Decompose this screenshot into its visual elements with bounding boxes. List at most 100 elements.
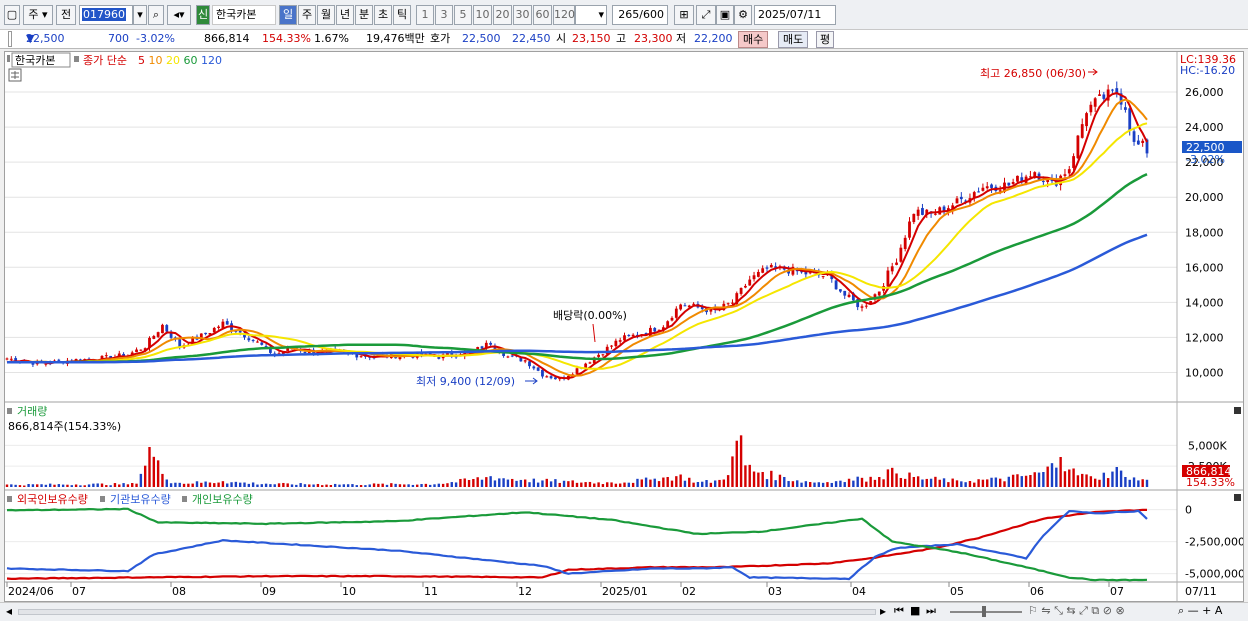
zoom-slider-thumb[interactable] (982, 606, 986, 617)
forward-icon[interactable]: ⏭ (926, 604, 936, 618)
draw-tool-icon[interactable]: ⤢ (696, 5, 716, 25)
interval-button-30[interactable]: 30 (513, 5, 532, 25)
volume-bar-113 (493, 480, 497, 487)
candle-body-170 (739, 287, 743, 294)
save-icon[interactable]: ▣ (716, 5, 734, 25)
candle-body-82 (359, 356, 363, 358)
sound-icon[interactable]: ◂▾ (167, 5, 191, 25)
period-tab-5[interactable]: 초 (374, 5, 392, 25)
volume-bar-166 (722, 479, 726, 487)
volume-bar-147 (640, 479, 643, 487)
candle-body-209 (908, 221, 911, 238)
prefix-button[interactable]: 전 (56, 5, 76, 25)
candle-body-156 (679, 304, 683, 310)
volume-bar-164 (713, 480, 717, 487)
period-tab-3[interactable]: 년 (336, 5, 354, 25)
volume-bar-24 (109, 485, 112, 487)
rewind-icon[interactable]: ⏮ (894, 604, 904, 618)
period-tab-0[interactable]: 일 (279, 5, 297, 25)
interval-button-1[interactable]: 1 (416, 5, 434, 25)
volume-bar-214 (929, 478, 933, 487)
interval-button-120[interactable]: 120 (553, 5, 575, 25)
volume-bar-250 (1085, 474, 1088, 487)
volume-bar-200 (869, 476, 872, 487)
volume-bar-185 (804, 481, 808, 487)
volume-bar-242 (1050, 463, 1054, 487)
stock-code-input[interactable]: 017960 (79, 5, 133, 25)
candle-body-123 (536, 367, 540, 371)
stop-icon[interactable]: ■ (910, 604, 920, 617)
ma-legend: 5 10 20 60 120 (138, 54, 222, 67)
volume-bar-175 (761, 472, 764, 487)
interval-button-60[interactable]: 60 (533, 5, 552, 25)
candle-body-142 (618, 340, 622, 342)
holdings-panel-close-icon[interactable] (1234, 494, 1241, 501)
volume-bar-32 (143, 465, 147, 487)
candle-body-58 (256, 341, 259, 343)
volume-bar-225 (977, 479, 980, 487)
candle-body-31 (139, 349, 143, 351)
candle-body-198 (860, 306, 864, 308)
chart-svg[interactable]: 한국카본 종가 단순 5 10 20 60 120 LC:139.36 HC:-… (5, 52, 1243, 601)
interval-button-3[interactable]: 3 (435, 5, 453, 25)
zoom-slider[interactable] (950, 611, 1022, 613)
scroll-right-icon[interactable]: ▸ (880, 604, 886, 618)
interval-custom-dropdown[interactable]: ▾ (575, 5, 607, 25)
interval-button-5[interactable]: 5 (454, 5, 472, 25)
volume-bar-13 (61, 484, 65, 487)
volume-bar-83 (364, 485, 367, 487)
period-tab-6[interactable]: 틱 (393, 5, 411, 25)
volume-bar-62 (273, 484, 276, 487)
market-select[interactable]: 주 ▾ (23, 5, 53, 25)
eval-button[interactable]: 평 (816, 31, 835, 48)
open-label: 시 (556, 32, 567, 45)
scrollbar-track[interactable] (18, 609, 876, 615)
count-input[interactable]: 265/600 (612, 5, 668, 25)
volume-bar-154 (670, 480, 674, 487)
volume-bar-184 (800, 482, 803, 487)
buy-button[interactable]: 매수 (738, 31, 769, 48)
volume-bar-122 (532, 478, 536, 487)
count-value: 265 (618, 8, 640, 21)
price-tick-10000: 10,000 (1185, 366, 1224, 379)
volume-bar-146 (636, 478, 639, 487)
code-dropdown-icon[interactable]: ▾ (133, 5, 147, 25)
volume-bar-205 (891, 467, 894, 487)
zoom-icons[interactable]: ⌕ — + A (1178, 604, 1222, 618)
volume-bar-23 (105, 485, 108, 487)
draw-tools-icons[interactable]: ⚐ ⇋ ⤡ ⇆ ⤢ ⧉ ⊘ ⊗ (1028, 604, 1125, 618)
volume-panel-close-icon[interactable] (1234, 407, 1241, 414)
quote-left-marker (8, 31, 12, 47)
period-tab-4[interactable]: 분 (355, 5, 373, 25)
volume-bar-149 (649, 479, 652, 487)
candle-body-127 (554, 377, 557, 380)
sell-button[interactable]: 매도 (778, 31, 809, 48)
market-label: 주 (28, 8, 39, 21)
volume-bar-90 (394, 483, 397, 487)
interval-button-20[interactable]: 20 (493, 5, 512, 25)
volume-bar-263 (1141, 479, 1144, 487)
volume-bar-26 (118, 484, 121, 487)
volume-bar-7 (36, 484, 39, 487)
candle-type-icon[interactable]: ⊞ (674, 5, 694, 25)
volume-bar-68 (299, 483, 302, 487)
period-tab-2[interactable]: 월 (317, 5, 335, 25)
volume-bar-94 (411, 484, 415, 487)
search-icon[interactable]: ⌕ (148, 5, 164, 25)
scroll-left-icon[interactable]: ◂ (6, 604, 12, 618)
volume-bar-125 (545, 478, 548, 487)
candle-body-250 (1085, 113, 1088, 127)
chart-area[interactable]: 한국카본 종가 단순 5 10 20 60 120 LC:139.36 HC:-… (4, 51, 1244, 602)
volume-bar-57 (251, 482, 255, 487)
period-tab-1[interactable]: 주 (298, 5, 316, 25)
candle-body-210 (912, 213, 916, 223)
annotations: 최고 26,850 (06/30) 최저 9,400 (12/09) 배당락(0… (416, 67, 1098, 388)
window-icon[interactable]: ▢ (4, 5, 20, 25)
date-input[interactable]: 2025/07/11 (754, 5, 836, 25)
interval-button-10[interactable]: 10 (473, 5, 492, 25)
candle-body-122 (532, 366, 536, 369)
volume-bar-236 (1024, 475, 1028, 487)
volume-bar-123 (536, 482, 540, 487)
gear-icon[interactable]: ⚙ (734, 5, 752, 25)
volume-bar-132 (575, 482, 579, 487)
